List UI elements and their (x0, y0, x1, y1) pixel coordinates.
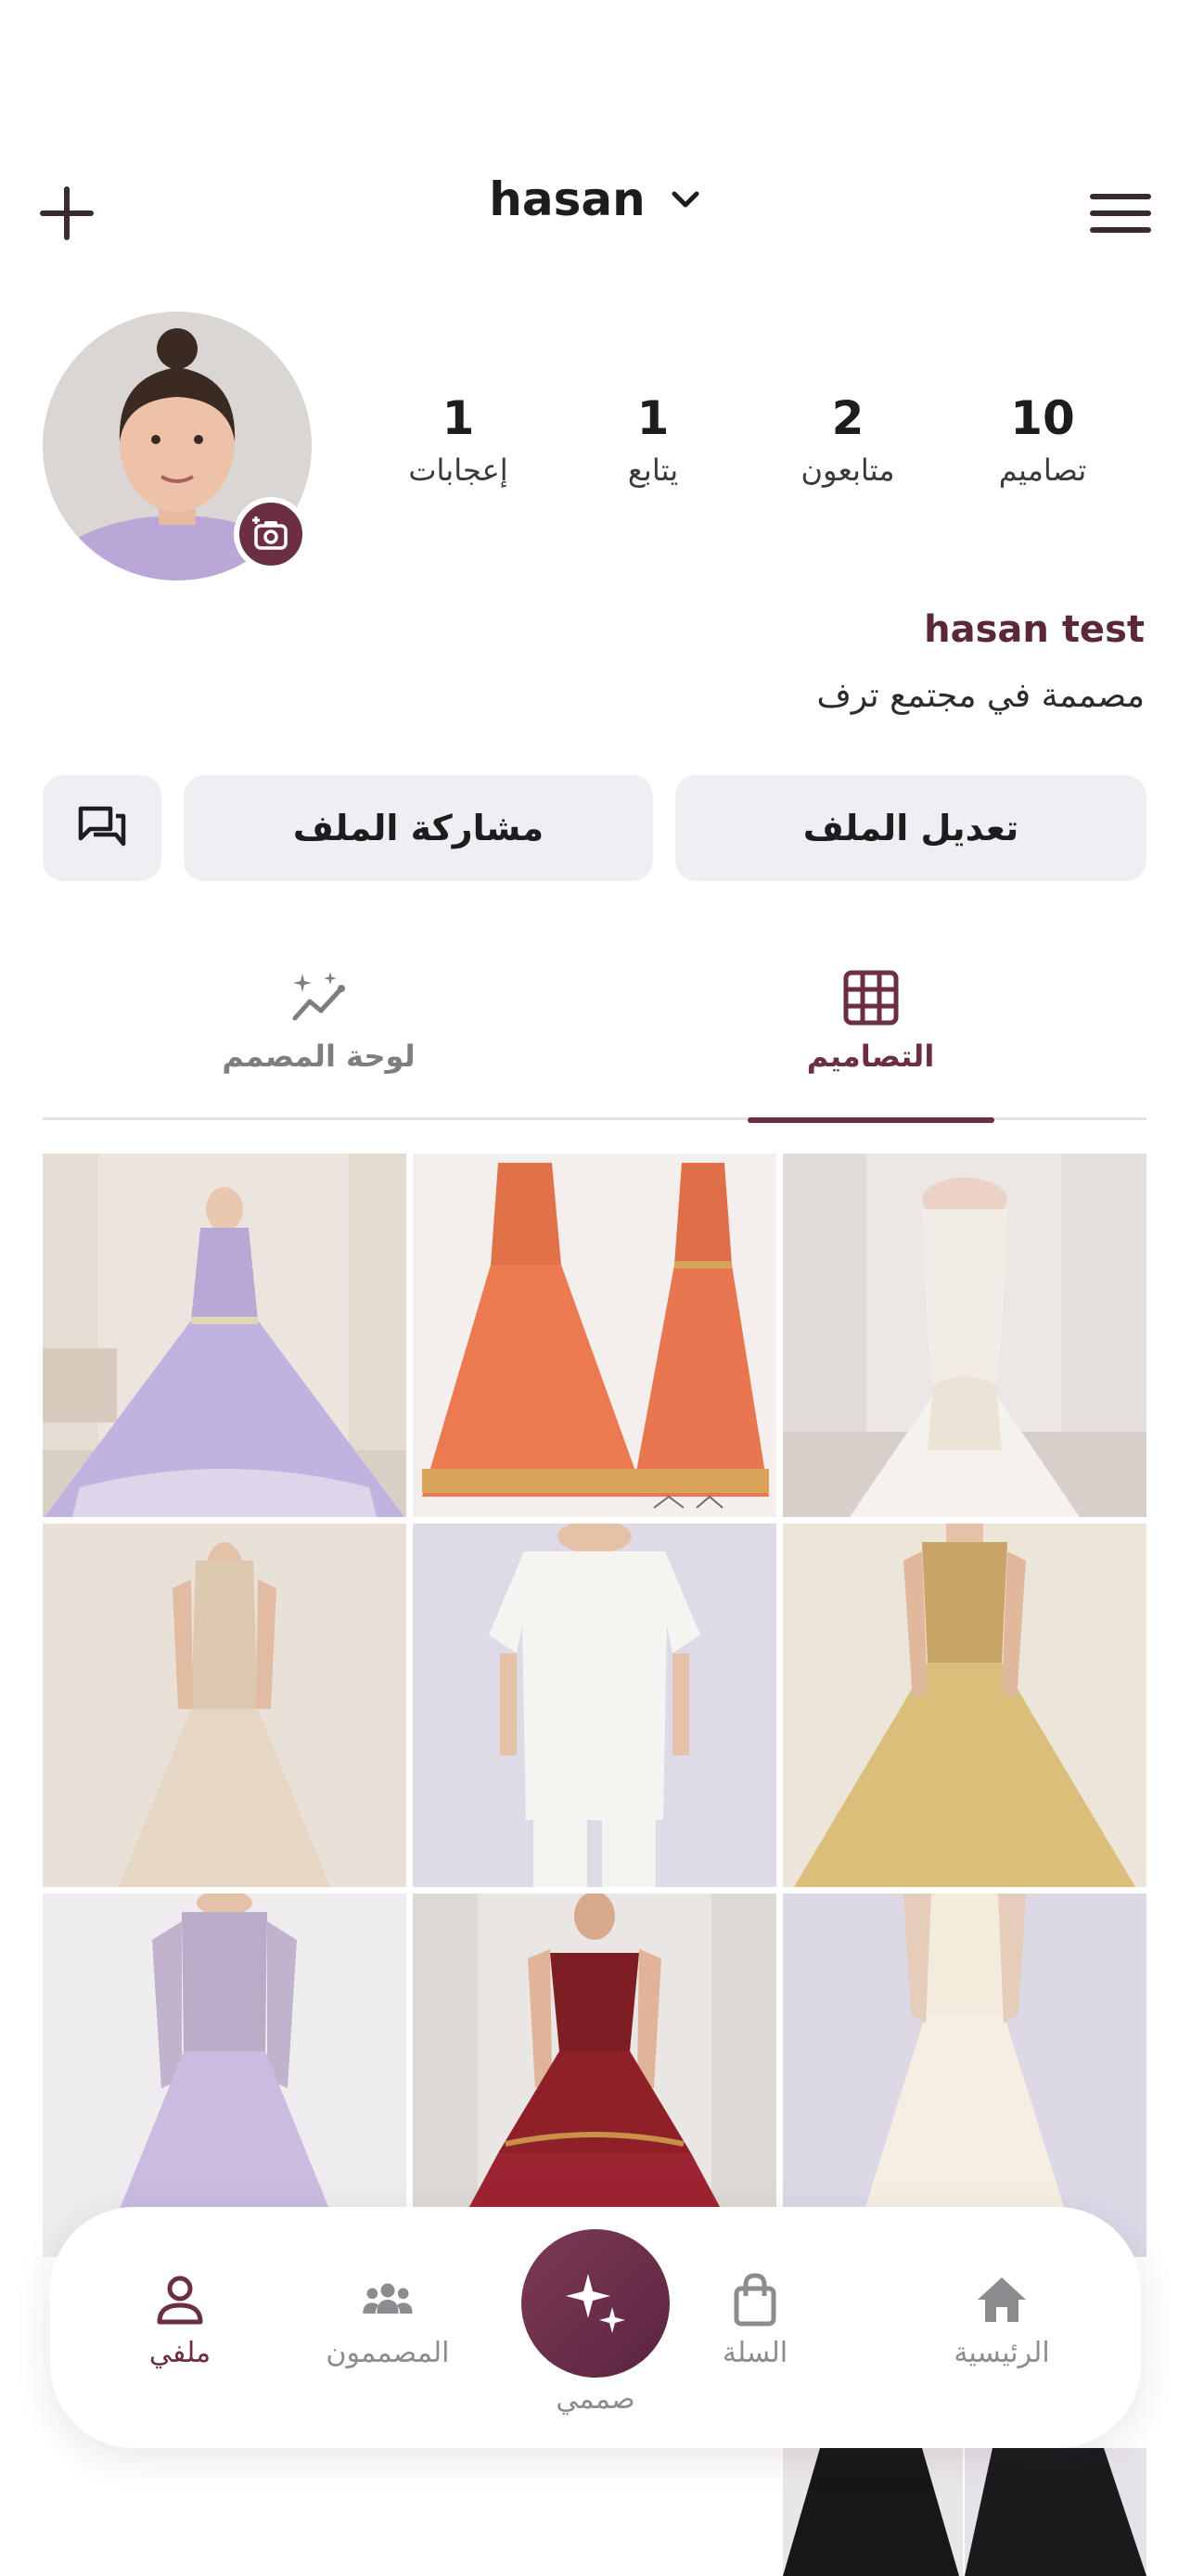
design-tile-partial[interactable] (783, 2448, 963, 2576)
design-tile-ivory-mermaid-gown[interactable] (783, 1154, 1146, 1517)
nav-label: المصممون (326, 2337, 450, 2369)
sparkle-chart-icon (292, 972, 345, 1021)
design-tile-orange-gown-sketch[interactable] (413, 1154, 776, 1517)
home-icon (978, 2277, 1026, 2322)
design-tile-white-tunic-set[interactable] (413, 1524, 776, 1887)
design-tile-cream-ballgown[interactable] (783, 1894, 1146, 2257)
bottom-navigation: الرئيسية السلة صممي المصممون ملفي (50, 2207, 1141, 2448)
profile-tabs: التصاميم لوحة المصمم (43, 955, 1146, 1123)
stat-value: 1 (442, 391, 475, 445)
stat-following[interactable]: 1 يتابع (560, 386, 746, 506)
tab-label: لوحة المصمم (222, 1039, 416, 1074)
stat-followers[interactable]: 2 متابعون (755, 386, 941, 506)
design-tile-beige-lace-gown[interactable] (43, 1524, 406, 1887)
change-photo-button[interactable] (234, 497, 308, 571)
nav-cart[interactable]: السلة (662, 2272, 848, 2369)
chevron-down-icon (672, 191, 699, 208)
nav-label: ملفي (148, 2337, 211, 2369)
stat-designs[interactable]: 10 تصاميم (950, 386, 1135, 506)
tab-designs[interactable]: التصاميم (595, 955, 1146, 1123)
display-name: hasan test (924, 608, 1145, 651)
nav-label: صممي (556, 2383, 635, 2416)
share-profile-button[interactable]: مشاركة الملف (184, 775, 653, 881)
stat-label: تصاميم (998, 453, 1087, 488)
stat-label: متابعون (800, 453, 895, 488)
account-switcher[interactable]: hasan (0, 172, 1191, 226)
messages-button[interactable] (43, 775, 161, 881)
top-bar: hasan (0, 158, 1191, 260)
nav-home[interactable]: الرئيسية (909, 2272, 1095, 2369)
bio: مصممة في مجتمع ترف (816, 677, 1145, 715)
sparkles-icon (566, 2274, 625, 2333)
design-tile-lavender-ballgown[interactable] (43, 1154, 406, 1517)
nav-design[interactable]: صممي (521, 2229, 670, 2416)
profile-stats: 10 تصاميم 2 متابعون 1 يتابع 1 إعجابات (365, 386, 1135, 506)
stat-likes[interactable]: 1 إعجابات (365, 386, 551, 506)
nav-designers[interactable]: المصممون (295, 2272, 480, 2369)
nav-label: السلة (722, 2337, 788, 2369)
chat-bubbles-icon (78, 806, 126, 847)
nav-profile[interactable]: ملفي (87, 2272, 273, 2369)
menu-button[interactable] (1087, 184, 1154, 243)
tab-label: التصاميم (806, 1039, 935, 1074)
design-tile-gold-tulle-gown[interactable] (783, 1524, 1146, 1887)
stat-label: يتابع (627, 453, 679, 488)
stat-value: 10 (1010, 391, 1075, 445)
camera-add-icon (252, 516, 288, 550)
nav-label: الرئيسية (954, 2337, 1050, 2369)
grid-icon (843, 970, 898, 1026)
profile-actions: تعديل الملف مشاركة الملف (43, 775, 1146, 881)
design-tile-burgundy-layered-gown[interactable] (413, 1894, 776, 2257)
shopping-bag-icon (734, 2273, 776, 2327)
stat-label: إعجابات (408, 453, 508, 488)
username: hasan (489, 172, 646, 226)
design-tile-lilac-lace-gown[interactable] (43, 1894, 406, 2257)
designers-group-icon (363, 2283, 413, 2314)
profile-icon (157, 2276, 203, 2325)
stat-value: 1 (636, 391, 670, 445)
design-button[interactable] (521, 2229, 670, 2378)
tab-designer-board[interactable]: لوحة المصمم (43, 955, 595, 1120)
active-tab-indicator (748, 1117, 994, 1123)
hamburger-menu-icon (1090, 194, 1151, 233)
edit-profile-button[interactable]: تعديل الملف (675, 775, 1146, 881)
avatar[interactable] (43, 312, 312, 580)
stat-value: 2 (831, 391, 864, 445)
design-tile-partial[interactable] (965, 2448, 1146, 2576)
